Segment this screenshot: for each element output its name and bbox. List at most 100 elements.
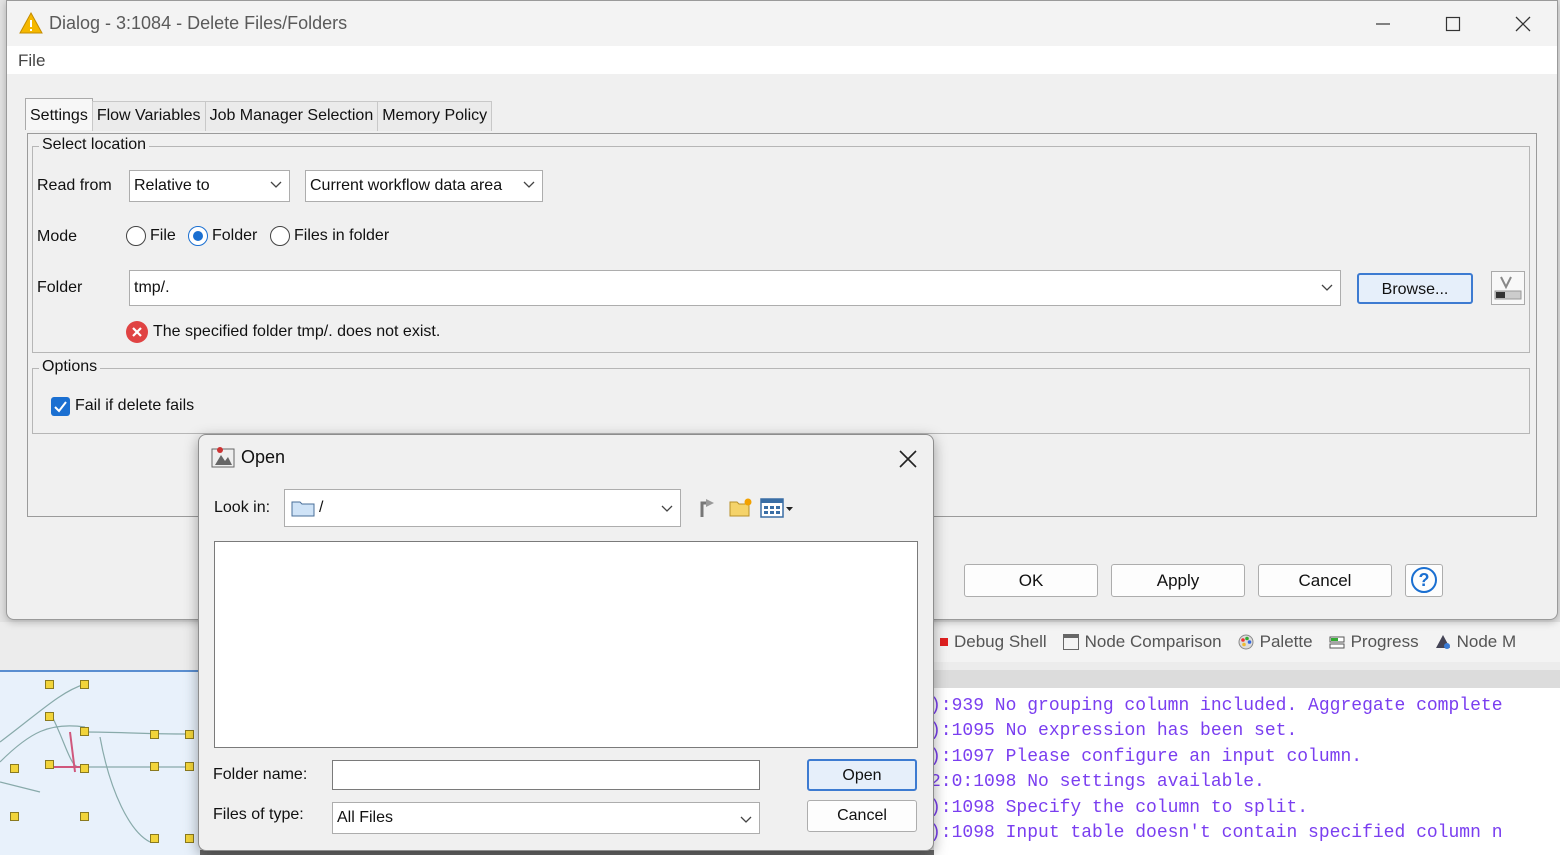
chevron-down-icon <box>1321 284 1333 291</box>
look-in-select[interactable]: / <box>284 489 681 527</box>
flow-variable-icon <box>1494 276 1522 300</box>
console-line: ):1098 Specify the column to split. <box>934 797 1309 818</box>
dialog-tabs: Settings Flow Variables Job Manager Sele… <box>25 98 493 131</box>
open-button[interactable]: Open <box>807 759 917 791</box>
radio-button[interactable] <box>270 226 290 246</box>
mode-radio-files-in-folder[interactable]: Files in folder <box>270 226 389 246</box>
workflow-canvas[interactable] <box>0 670 200 855</box>
look-in-label: Look in: <box>214 499 271 516</box>
mode-label: Mode <box>37 228 78 245</box>
mode-radio-file[interactable]: File <box>126 226 176 246</box>
close-icon <box>1515 16 1531 32</box>
dialog-title: Dialog - 3:1084 - Delete Files/Folders <box>49 13 348 33</box>
workflow-node[interactable] <box>185 762 194 771</box>
open-dialog: Open Look in: / Folder name: Files of ty… <box>198 434 934 851</box>
open-dialog-cancel-button[interactable]: Cancel <box>807 800 917 832</box>
chevron-down-icon <box>661 505 673 512</box>
radio-button[interactable] <box>126 226 146 246</box>
relative-target-select[interactable]: Current workflow data area <box>305 170 543 202</box>
workflow-node[interactable] <box>10 764 19 773</box>
warning-triangle-icon <box>19 12 43 34</box>
tab-memory-policy[interactable]: Memory Policy <box>377 101 493 131</box>
read-from-label: Read from <box>37 177 112 194</box>
folder-name-label: Folder name: <box>213 766 308 783</box>
chevron-down-icon <box>740 816 752 823</box>
read-from-value: Relative to <box>134 177 210 194</box>
console-line: ):939 No grouping column included. Aggre… <box>934 696 1503 716</box>
file-list[interactable] <box>214 541 918 748</box>
workflow-node[interactable] <box>185 834 194 843</box>
options-group: Options Fail if delete fails <box>32 358 1530 434</box>
error-message: The specified folder tmp/. does not exis… <box>153 323 441 340</box>
console-line: ):1098 Input table doesn't contain speci… <box>934 822 1503 843</box>
folder-name-input[interactable] <box>332 760 760 790</box>
view-tab-node-comparison[interactable]: Node Comparison <box>1062 632 1222 652</box>
view-menu-icon[interactable] <box>760 497 796 519</box>
help-button[interactable]: ? <box>1405 564 1443 597</box>
menu-file[interactable]: File <box>18 51 45 71</box>
workflow-node[interactable] <box>150 762 159 771</box>
console-panel[interactable]: ):939 No grouping column included. Aggre… <box>934 688 1560 855</box>
workflow-node[interactable] <box>185 730 194 739</box>
minimize-button[interactable] <box>1361 9 1405 39</box>
files-of-type-label: Files of type: <box>213 806 304 823</box>
view-tab-debug-shell[interactable]: Debug Shell <box>940 632 1047 652</box>
apply-button[interactable]: Apply <box>1111 564 1245 597</box>
console-line: ):1095 No expression has been set. <box>934 721 1298 742</box>
views-bar: Debug Shell Node Comparison Palette Prog… <box>934 622 1560 662</box>
close-icon <box>899 450 917 468</box>
folder-path-value: tmp/. <box>134 279 170 296</box>
flow-variable-button[interactable] <box>1491 271 1525 305</box>
workflow-node[interactable] <box>45 712 54 721</box>
fail-if-delete-fails-checkbox[interactable] <box>51 397 70 416</box>
title-bar[interactable]: Dialog - 3:1084 - Delete Files/Folders <box>7 1 1557 46</box>
maximize-icon <box>1445 16 1461 32</box>
workflow-node[interactable] <box>80 680 89 689</box>
view-tab-node-monitor[interactable]: Node M <box>1435 632 1516 652</box>
help-icon: ? <box>1411 567 1437 593</box>
read-from-select[interactable]: Relative to <box>129 170 290 202</box>
workflow-node[interactable] <box>150 834 159 843</box>
workflow-node[interactable] <box>45 760 54 769</box>
workflow-connections <box>0 683 191 843</box>
ok-button[interactable]: OK <box>964 564 1098 597</box>
fail-if-delete-fails-label[interactable]: Fail if delete fails <box>75 397 194 415</box>
files-of-type-select[interactable]: All Files <box>332 802 760 834</box>
debug-shell-icon <box>940 638 948 646</box>
folder-label: Folder <box>37 279 83 296</box>
browse-button[interactable]: Browse... <box>1357 273 1473 304</box>
error-icon <box>126 321 148 343</box>
workflow-node[interactable] <box>80 727 89 736</box>
menu-bar: File <box>7 46 1557 74</box>
select-location-group: Select location Read from Relative to Cu… <box>32 136 1530 353</box>
console-line: ):1097 Please configure an input column. <box>934 746 1363 767</box>
open-dialog-close-button[interactable] <box>891 445 925 473</box>
relative-target-value: Current workflow data area <box>310 177 503 194</box>
radio-button-selected[interactable] <box>188 226 208 246</box>
tab-job-manager-selection[interactable]: Job Manager Selection <box>204 101 379 131</box>
workflow-node[interactable] <box>45 680 54 689</box>
files-of-type-value: All Files <box>337 809 394 826</box>
workflow-node[interactable] <box>80 764 89 773</box>
node-monitor-icon <box>1435 635 1450 649</box>
tab-flow-variables[interactable]: Flow Variables <box>91 101 206 131</box>
maximize-button[interactable] <box>1431 9 1475 39</box>
mode-radio-folder[interactable]: Folder <box>188 226 257 246</box>
progress-icon <box>1329 636 1345 649</box>
workflow-node[interactable] <box>10 812 19 821</box>
chevron-down-icon <box>270 181 282 188</box>
up-folder-icon[interactable] <box>699 495 721 519</box>
java-app-icon <box>211 447 235 468</box>
tab-settings[interactable]: Settings <box>25 98 93 130</box>
workflow-node[interactable] <box>80 812 89 821</box>
options-legend: Options <box>39 358 101 376</box>
close-button[interactable] <box>1501 9 1545 39</box>
view-tab-progress[interactable]: Progress <box>1329 632 1419 652</box>
folder-path-input[interactable]: tmp/. <box>129 270 1341 306</box>
workflow-node[interactable] <box>150 730 159 739</box>
new-folder-icon[interactable] <box>729 496 753 518</box>
folder-icon <box>291 501 315 517</box>
cancel-button[interactable]: Cancel <box>1258 564 1392 597</box>
view-tab-palette[interactable]: Palette <box>1238 632 1313 652</box>
open-dialog-title: Open <box>241 447 286 467</box>
